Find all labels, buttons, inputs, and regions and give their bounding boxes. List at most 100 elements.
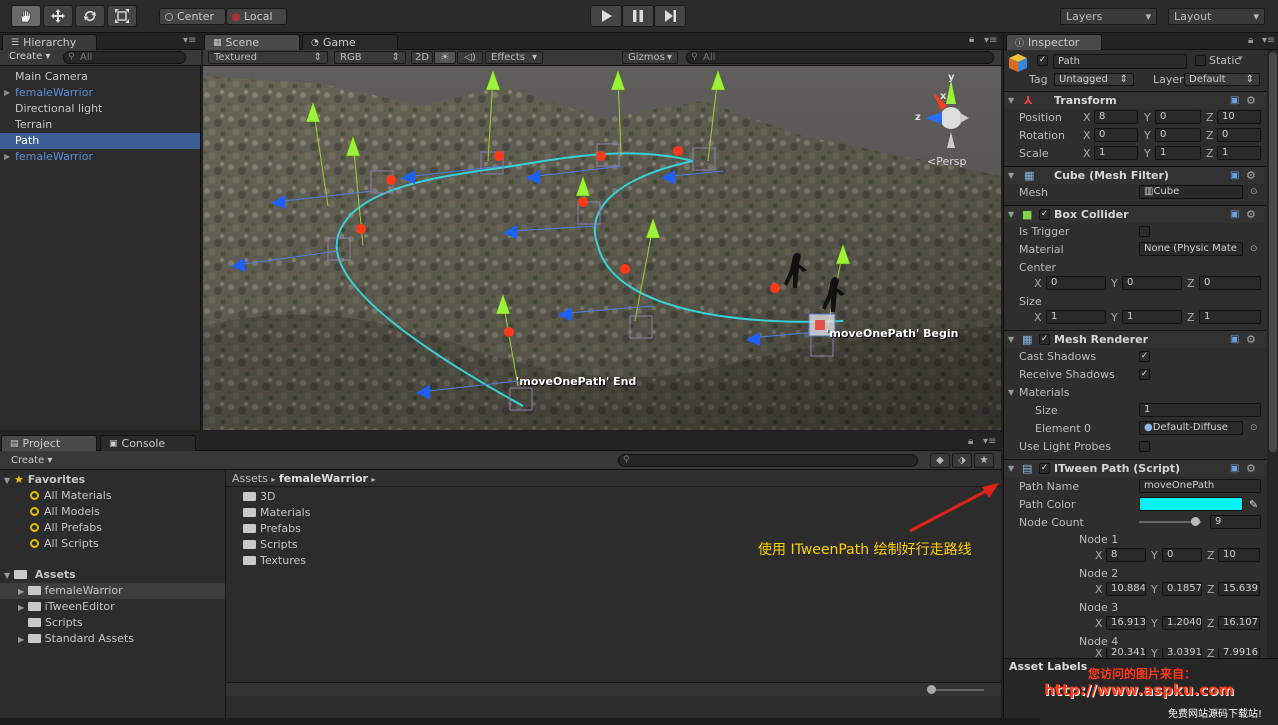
gear-icon[interactable]: ⚙ [1246, 462, 1256, 475]
hierarchy-create-button[interactable]: Create ▾ [9, 51, 50, 62]
fold-arrow-icon[interactable]: ▼ [1008, 171, 1014, 180]
color-mode-dropdown[interactable]: RGB ⇕ [334, 51, 406, 64]
gear-icon[interactable]: ⚙ [1246, 94, 1256, 107]
panel-menu-icon[interactable]: ▾≡ [983, 436, 996, 447]
layout-dropdown[interactable]: Layout ▾ [1168, 8, 1265, 25]
layers-dropdown[interactable]: Layers ▾ [1060, 8, 1157, 25]
pivot-center-toggle[interactable]: Center [159, 8, 226, 25]
projection-toggle[interactable]: <Persp [927, 155, 966, 168]
lighting-toggle[interactable]: ☀ [434, 51, 456, 64]
project-search-input[interactable]: ⚲ [618, 454, 918, 467]
node-3-x-input[interactable]: 16.913 [1106, 616, 1146, 630]
path-name-input[interactable]: moveOnePath [1139, 479, 1261, 493]
itween-path-header[interactable]: ▼ ▤ ✓ ITween Path (Script) ▣ ⚙ [1004, 459, 1266, 477]
mesh-filter-header[interactable]: ▼ ▦ Cube (Mesh Filter) ▣ ⚙ [1004, 166, 1266, 184]
tag-dropdown[interactable]: Untagged ⇕ [1054, 73, 1134, 86]
node-1-z-input[interactable]: 10 [1218, 548, 1260, 562]
render-mode-dropdown[interactable]: Textured ⇕ [208, 51, 328, 64]
move-tool-button[interactable] [43, 5, 73, 27]
pivot-local-toggle[interactable]: Local [226, 8, 287, 25]
help-icon[interactable]: ▣ [1230, 463, 1239, 474]
folder-prefabs[interactable]: Prefabs [243, 521, 301, 537]
transform-header[interactable]: ▼ ⅄ Transform ▣ ⚙ [1004, 91, 1266, 109]
materials-row[interactable]: ▼ Materials [1004, 383, 1276, 401]
box-collider-enabled-checkbox[interactable]: ✓ [1039, 209, 1050, 220]
layer-dropdown[interactable]: Default ⇕ [1184, 73, 1260, 86]
is-trigger-checkbox[interactable] [1139, 226, 1150, 237]
help-icon[interactable]: ▣ [1230, 170, 1239, 181]
folder-textures[interactable]: Textures [243, 553, 306, 569]
path-color-swatch[interactable] [1139, 497, 1243, 511]
2d-toggle[interactable]: 2D [411, 51, 433, 64]
panel-menu-icon[interactable]: ▾≡ [1262, 35, 1275, 46]
node-4-z-input[interactable]: 7.9916 [1218, 648, 1260, 658]
fold-arrow-icon[interactable]: ▼ [1008, 388, 1014, 397]
position-y-input[interactable]: 0 [1155, 110, 1201, 124]
gear-icon[interactable]: ⚙ [1246, 169, 1256, 182]
hierarchy-item-female-warrior-2[interactable]: ▶ femaleWarrior [0, 149, 200, 165]
tab-project[interactable]: ▤ Project [1, 435, 97, 451]
center-z-input[interactable]: 0 [1199, 276, 1261, 290]
active-checkbox[interactable]: ✓ [1037, 55, 1048, 66]
node-count-slider-thumb[interactable] [1191, 517, 1201, 526]
filter-label-button[interactable]: ⬗ [952, 453, 972, 468]
scale-tool-button[interactable] [107, 5, 137, 27]
element0-field[interactable]: ●Default-Diffuse [1139, 421, 1243, 435]
slider-thumb[interactable] [927, 685, 936, 694]
size-z-input[interactable]: 1 [1199, 310, 1261, 324]
breadcrumb-current[interactable]: femaleWarrior [279, 472, 368, 485]
favorites-section[interactable]: ▼ ★ Favorites [4, 472, 85, 488]
node-3-z-input[interactable]: 16.107 [1218, 616, 1260, 630]
icon-size-slider[interactable] [930, 689, 984, 691]
folder-scripts[interactable]: Scripts [243, 537, 298, 553]
help-icon[interactable]: ▣ [1230, 334, 1239, 345]
node-2-z-input[interactable]: 15.639 [1218, 582, 1260, 596]
position-x-input[interactable]: 8 [1094, 110, 1138, 124]
hierarchy-item-terrain[interactable]: Terrain [0, 117, 200, 133]
rotation-y-input[interactable]: 0 [1155, 128, 1201, 142]
panel-menu-icon[interactable]: ▾≡ [183, 35, 196, 46]
expand-arrow-icon[interactable]: ▶ [4, 85, 10, 101]
hierarchy-item-directional-light[interactable]: Directional light [0, 101, 200, 117]
mesh-renderer-header[interactable]: ▼ ▦ ✓ Mesh Renderer ▣ ⚙ [1004, 330, 1266, 348]
step-button[interactable] [654, 5, 686, 27]
fold-arrow-icon[interactable]: ▼ [1008, 96, 1014, 105]
node-count-input[interactable]: 9 [1210, 515, 1261, 529]
scene-viewport[interactable]: y x z <Persp 'moveOnePath' Begin 'moveOn… [203, 66, 1001, 430]
scale-z-input[interactable]: 1 [1217, 146, 1261, 160]
fold-arrow-icon[interactable]: ▼ [1008, 210, 1014, 219]
rotate-tool-button[interactable] [75, 5, 105, 27]
asset-folder-itween-editor[interactable]: ▶ iTweenEditor [18, 599, 115, 615]
itween-enabled-checkbox[interactable]: ✓ [1039, 463, 1050, 474]
node-3-y-input[interactable]: 1.2040 [1162, 616, 1202, 630]
audio-toggle[interactable]: ◁) [457, 51, 483, 64]
tab-hierarchy[interactable]: ☰ Hierarchy [2, 34, 97, 50]
static-checkbox[interactable] [1195, 55, 1206, 66]
node-2-y-input[interactable]: 0.1857 [1162, 582, 1202, 596]
receive-shadows-checkbox[interactable]: ✓ [1139, 369, 1150, 380]
rotation-x-input[interactable]: 0 [1094, 128, 1138, 142]
object-picker-icon[interactable]: ⊙ [1250, 423, 1258, 433]
collider-material-field[interactable]: None (Physic Mate [1139, 242, 1243, 256]
favorite-all-models[interactable]: All Models [30, 504, 100, 520]
size-x-input[interactable]: 1 [1046, 310, 1106, 324]
tab-console[interactable]: ▣ Console [100, 435, 196, 451]
assets-section[interactable]: ▼ Assets [4, 567, 76, 583]
folder-materials[interactable]: Materials [243, 505, 310, 521]
tab-scene[interactable]: ▦ Scene [204, 34, 300, 50]
play-button[interactable] [590, 5, 622, 27]
favorite-all-prefabs[interactable]: All Prefabs [30, 520, 102, 536]
light-probes-checkbox[interactable] [1139, 441, 1150, 452]
object-picker-icon[interactable]: ⊙ [1250, 187, 1258, 197]
hand-tool-button[interactable] [11, 5, 41, 27]
lock-icon[interactable]: 🔒︎ [1248, 35, 1253, 46]
hierarchy-item-main-camera[interactable]: Main Camera [0, 69, 200, 85]
chevron-down-icon[interactable]: ▾ [1238, 54, 1243, 64]
center-y-input[interactable]: 0 [1122, 276, 1182, 290]
node-2-x-input[interactable]: 10.884 [1106, 582, 1146, 596]
folder-3d[interactable]: 3D [243, 489, 275, 505]
help-icon[interactable]: ▣ [1230, 95, 1239, 106]
gizmos-dropdown[interactable]: Gizmos ▾ [622, 51, 678, 64]
box-collider-header[interactable]: ▼ ■ ✓ Box Collider ▣ ⚙ [1004, 205, 1266, 223]
expand-arrow-icon[interactable]: ▶ [4, 149, 10, 165]
